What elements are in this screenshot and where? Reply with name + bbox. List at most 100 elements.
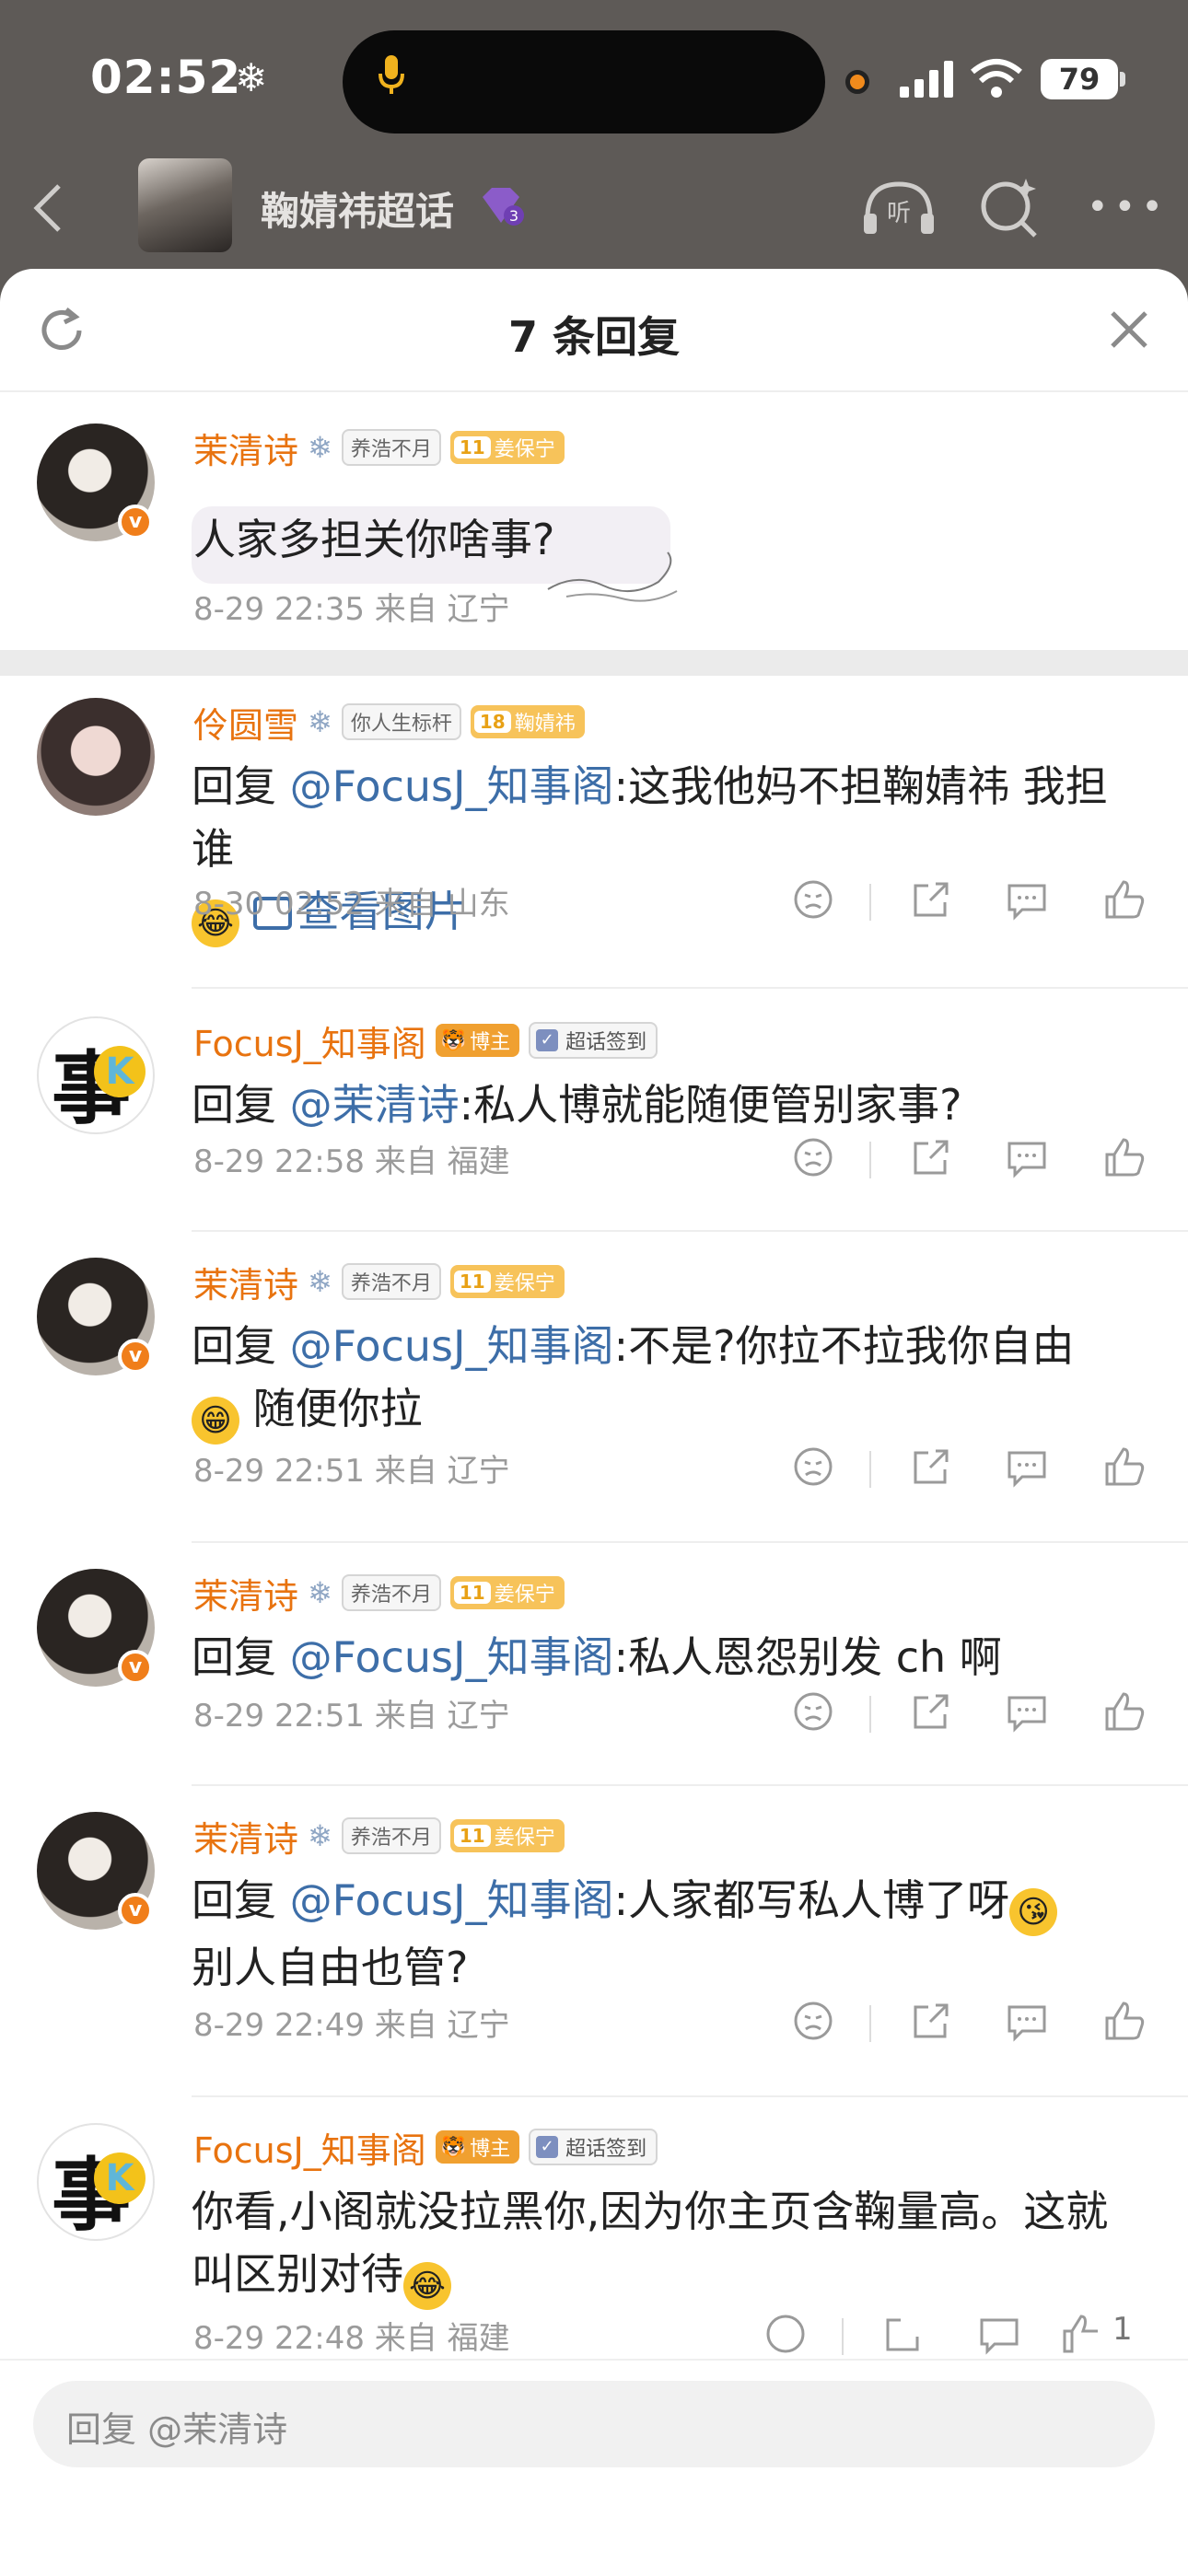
reply-prefix: 回复 — [192, 1080, 290, 1130]
timestamp-location: 8-29 22:35 来自 辽宁 — [193, 591, 510, 628]
mention-link[interactable]: @FocusJ_知事阁 — [290, 1632, 614, 1682]
svg-text:听: 听 — [887, 200, 911, 227]
avatar[interactable]: 事K — [37, 2123, 155, 2241]
comment-icon[interactable] — [1004, 876, 1050, 922]
blogger-badge: 🐯 博主 — [435, 2130, 520, 2164]
comment-meta: 茉清诗 ❄ 养浩不月 11 姜保宁 — [193, 1258, 565, 1305]
mention-link[interactable]: @茉清诗 — [290, 1080, 460, 1130]
ai-search-icon[interactable] — [976, 175, 1041, 239]
username[interactable]: 伶圆雪 — [193, 697, 298, 748]
like-icon[interactable] — [1101, 1444, 1147, 1490]
reply-item: 事K FocusJ_知事阁 🐯 博主 ✓ 超话签到 你看,小阁就没拉黑你,因为你主… — [0, 2097, 1188, 2364]
username[interactable]: 茉清诗 — [193, 1257, 298, 1307]
action-row: 1 — [755, 2311, 1133, 2366]
fan-tag: 养浩不月 — [341, 1263, 441, 1300]
comment-text: 你看,小阁就没拉黑你,因为你主页含鞠量高。这就叫区别对待 😂 — [192, 2180, 1112, 2310]
comment-meta: 茉清诗 ❄ 养浩不月 11 姜保宁 — [193, 424, 565, 471]
avatar[interactable]: 事K — [37, 1016, 155, 1134]
back-icon[interactable] — [28, 180, 68, 236]
level-number: 18 — [473, 711, 511, 733]
mention-link[interactable]: @FocusJ_知事阁 — [290, 761, 614, 811]
checkin-icon: ✓ — [536, 2136, 559, 2158]
close-icon[interactable] — [1105, 306, 1153, 354]
page-title[interactable]: 鞠婧祎超话 — [261, 180, 454, 237]
listen-icon[interactable]: 听 — [860, 177, 938, 238]
username[interactable]: FocusJ_知事阁 — [193, 1015, 426, 1066]
dislike-icon[interactable] — [763, 2311, 809, 2357]
signal-icon — [900, 61, 953, 98]
like-icon[interactable] — [1101, 876, 1147, 922]
reply-item: v 茉清诗 ❄ 养浩不月 11 姜保宁 回复 @FocusJ_知事阁:私人恩怨别发… — [0, 1543, 1188, 1784]
comment-meta: FocusJ_知事阁 🐯 博主 ✓ 超话签到 — [193, 2123, 658, 2171]
dislike-icon[interactable] — [790, 1444, 836, 1490]
level-number: 11 — [453, 1271, 491, 1293]
topic-avatar[interactable] — [138, 158, 232, 252]
dislike-icon[interactable] — [790, 1688, 836, 1735]
like-icon[interactable] — [1101, 1134, 1147, 1180]
level-badge: 11 姜保宁 — [449, 431, 565, 464]
verified-badge-icon: v — [118, 1339, 153, 1374]
action-separator — [869, 884, 871, 921]
dynamic-island — [343, 30, 825, 133]
snowflake-icon: ❄ — [308, 704, 332, 739]
grin-emoji-icon: 😁 — [192, 1397, 239, 1445]
level-badge: 11 姜保宁 — [449, 1819, 565, 1852]
reply-body: :人家都写私人博了呀 — [613, 1875, 1010, 1925]
svg-text:3: 3 — [509, 207, 518, 225]
dislike-icon[interactable] — [790, 1998, 836, 2044]
root-comment: v 茉清诗 ❄ 养浩不月 11 姜保宁 人家多担关你啥事? 8-29 22:35 … — [0, 407, 1188, 646]
more-icon[interactable]: ••• — [1087, 189, 1163, 226]
checkin-label: 超话签到 — [565, 2138, 647, 2161]
like-icon[interactable] — [1059, 2311, 1105, 2357]
comment-icon[interactable] — [1004, 1134, 1050, 1180]
reply-item: 事K FocusJ_知事阁 🐯 博主 ✓ 超话签到 回复 @茉清诗:私人博就能随便… — [0, 989, 1188, 1230]
comment-text: 回复 @FocusJ_知事阁:不是?你拉不拉我你自由 😁 随便你拉 — [192, 1315, 1149, 1445]
action-separator — [869, 1142, 871, 1178]
like-icon[interactable] — [1101, 1688, 1147, 1735]
like-count: 1 — [1112, 2311, 1133, 2348]
battery-nub — [1120, 72, 1125, 87]
share-icon[interactable] — [908, 1688, 954, 1735]
level-name: 姜保宁 — [494, 1827, 555, 1850]
comment-meta: 茉清诗 ❄ 养浩不月 11 姜保宁 — [193, 1812, 565, 1860]
dislike-icon[interactable] — [790, 1134, 836, 1180]
comment-icon[interactable] — [976, 2311, 1022, 2357]
share-icon[interactable] — [908, 876, 954, 922]
action-row — [783, 876, 1151, 932]
comment-icon[interactable] — [1004, 1688, 1050, 1735]
verified-badge-icon: v — [118, 505, 153, 540]
username[interactable]: 茉清诗 — [193, 423, 298, 473]
reply-input[interactable]: 回复 @茉清诗 — [33, 2381, 1155, 2467]
share-icon[interactable] — [908, 1134, 954, 1180]
fan-tag: 你人生标杆 — [341, 703, 461, 740]
sheet-header: 7 条回复 — [0, 269, 1188, 392]
username[interactable]: FocusJ_知事阁 — [193, 2122, 426, 2173]
level-number: 11 — [453, 1582, 491, 1604]
comment-meta: 茉清诗 ❄ 养浩不月 11 姜保宁 — [193, 1569, 565, 1617]
timestamp-location: 8-29 22:49 来自 辽宁 — [193, 2007, 510, 2044]
comment-icon[interactable] — [1004, 1444, 1050, 1490]
username[interactable]: 茉清诗 — [193, 1568, 298, 1619]
mention-link[interactable]: @FocusJ_知事阁 — [290, 1321, 614, 1371]
dislike-icon[interactable] — [790, 876, 836, 922]
verified-badge-icon: v — [118, 1650, 153, 1685]
level-badge: 18 鞠婧祎 — [470, 705, 585, 738]
avatar[interactable] — [37, 698, 155, 816]
share-icon[interactable] — [880, 2311, 926, 2357]
reply-body-after: 随便你拉 — [239, 1384, 423, 1433]
comment-meta: 伶圆雪 ❄ 你人生标杆 18 鞠婧祎 — [193, 698, 585, 746]
comment-text: 回复 @FocusJ_知事阁:私人恩怨别发 ch 啊 — [192, 1626, 1149, 1688]
like-icon[interactable] — [1101, 1998, 1147, 2044]
checkin-label: 超话签到 — [565, 1031, 647, 1054]
action-separator — [869, 2005, 871, 2042]
snowflake-icon: ❄ — [308, 1264, 332, 1299]
comment-icon[interactable] — [1004, 1998, 1050, 2044]
checkin-badge: ✓ 超话签到 — [529, 1022, 658, 1059]
wifi-icon — [971, 59, 1022, 98]
mention-link[interactable]: @FocusJ_知事阁 — [290, 1875, 614, 1925]
username[interactable]: 茉清诗 — [193, 1811, 298, 1862]
blogger-badge: 🐯 博主 — [435, 1024, 520, 1057]
share-icon[interactable] — [908, 1998, 954, 2044]
share-icon[interactable] — [908, 1444, 954, 1490]
level-number: 11 — [453, 1825, 491, 1847]
